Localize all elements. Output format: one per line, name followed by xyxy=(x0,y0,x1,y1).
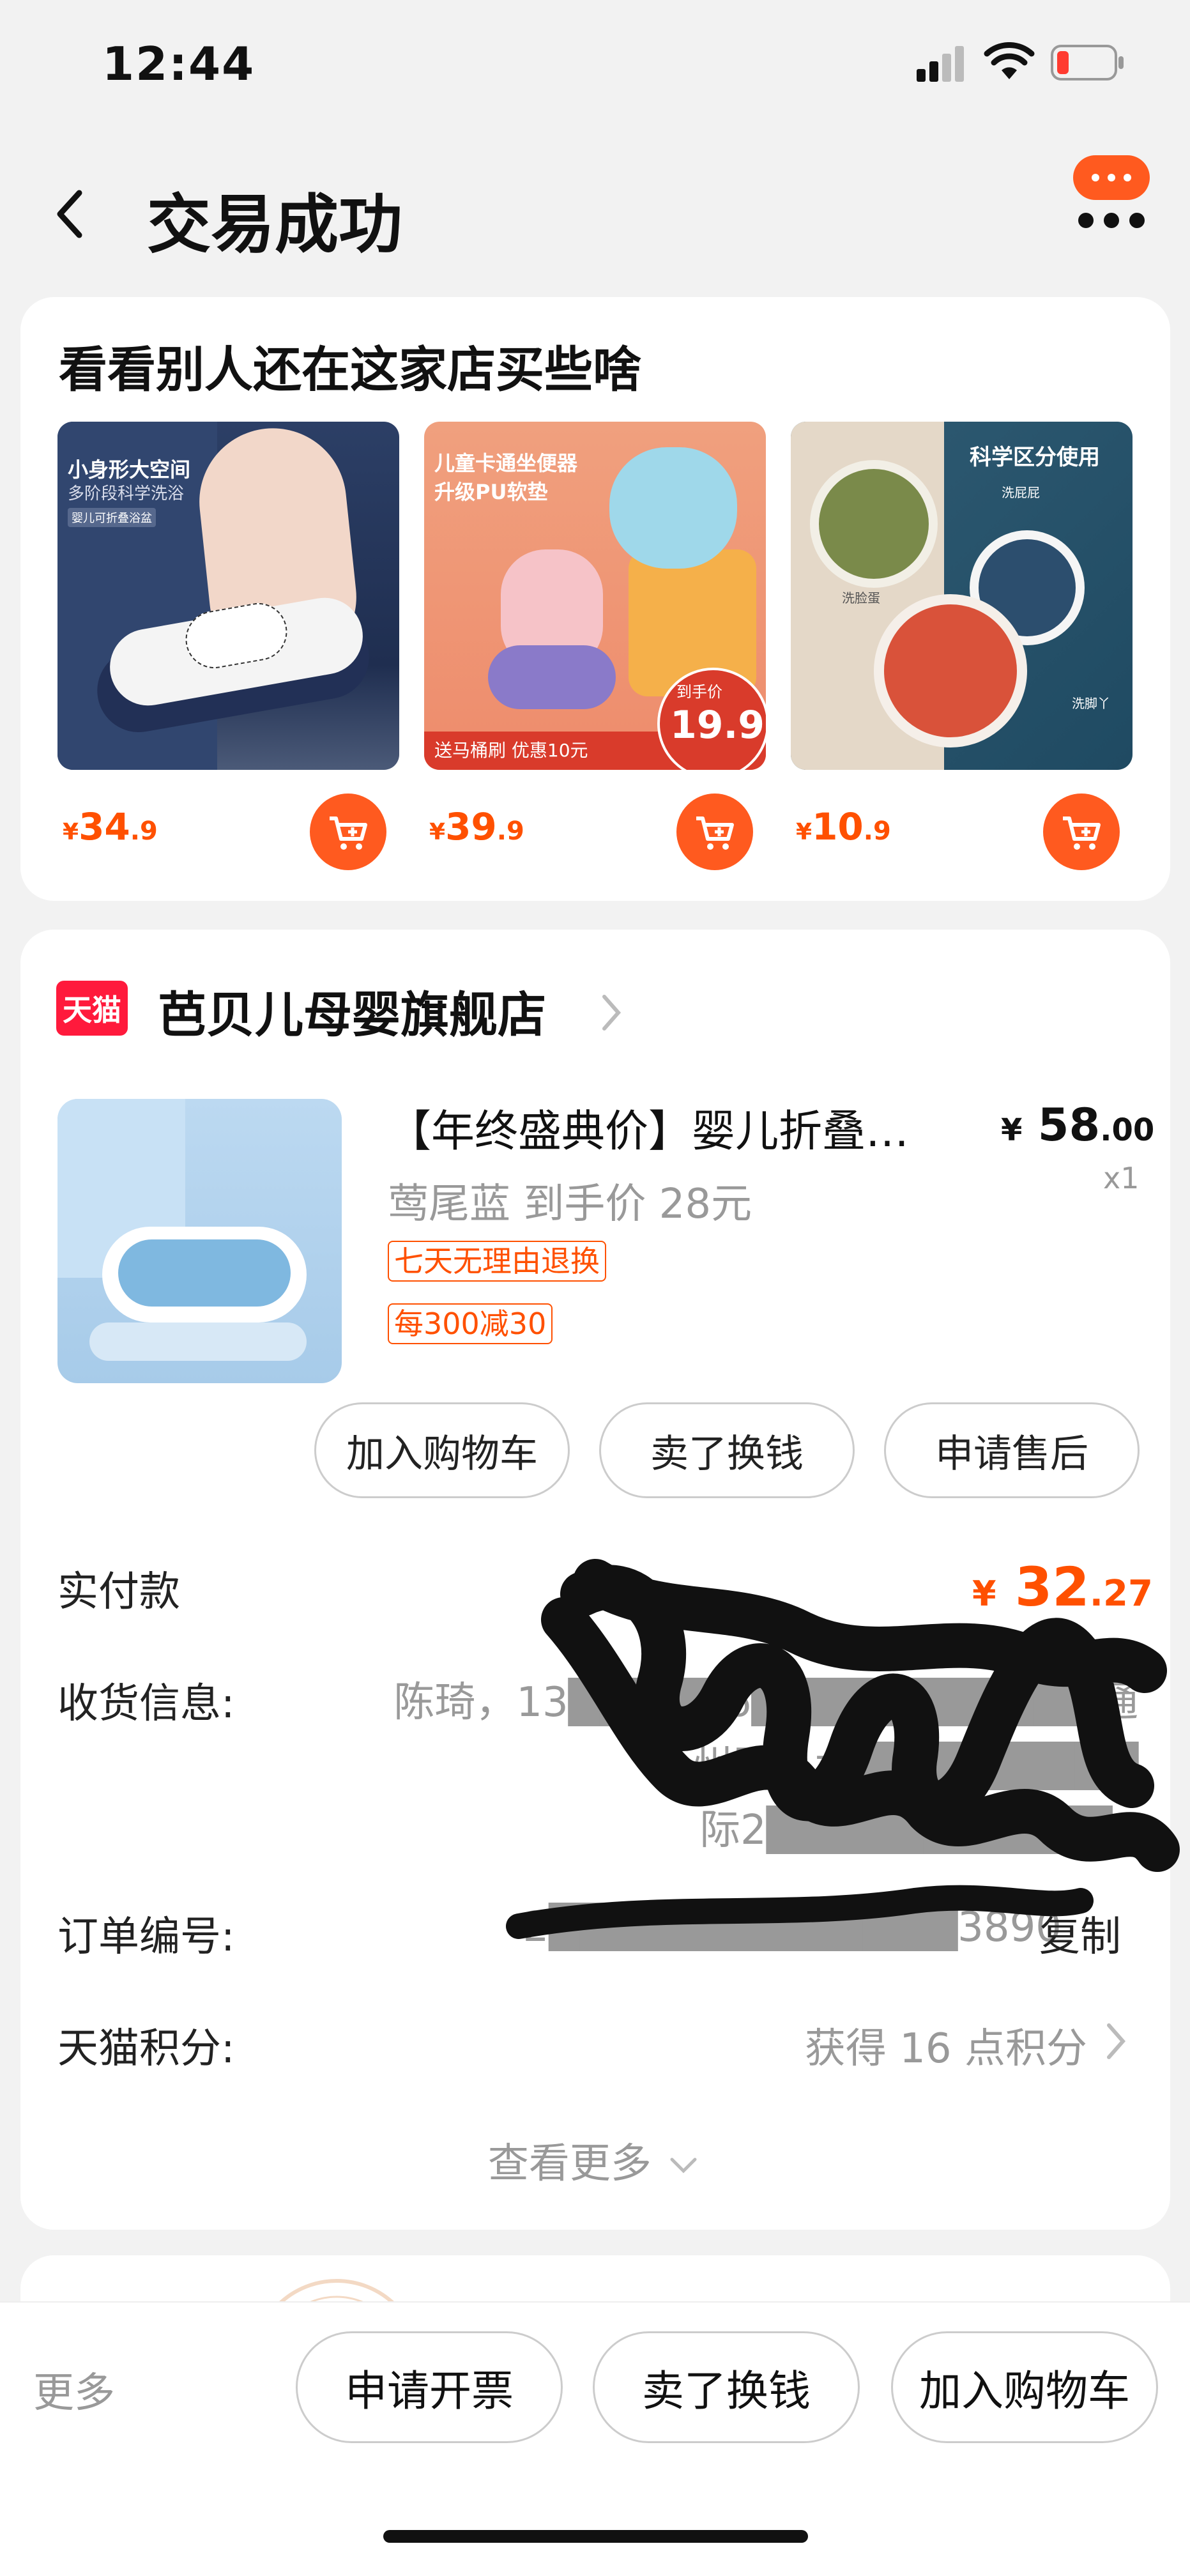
chevron-down-icon xyxy=(670,2158,697,2174)
sell-item-button[interactable]: 卖了换钱 xyxy=(593,2331,860,2443)
product-image[interactable] xyxy=(57,1099,342,1383)
page-title: 交易成功 xyxy=(147,187,402,262)
add-to-cart-button[interactable] xyxy=(310,793,386,870)
tmall-badge-icon: 天猫 xyxy=(56,981,128,1036)
after-sales-button[interactable]: 申请售后 xyxy=(884,1402,1140,1498)
home-indicator[interactable] xyxy=(383,2530,808,2543)
points-value[interactable]: 获得 16 点积分 xyxy=(755,2016,1087,2074)
recommended-product[interactable]: 小身形大空间 多阶段科学洗浴 婴儿可折叠浴盆 ¥34.9 xyxy=(57,422,399,870)
order-card: 天猫 芭贝儿母婴旗舰店 【年终盛典价】婴儿折叠… ¥ 58.00 x1 莺尾蓝 … xyxy=(20,930,1180,2230)
recommendation-card: 看看别人还在这家店买些啥 小身形大空间 多阶段科学洗浴 婴儿可折叠浴盆 ¥34.… xyxy=(20,297,1170,901)
add-to-cart-button[interactable]: 加入购物车 xyxy=(891,2331,1158,2443)
promo-label: 到手价 xyxy=(676,683,722,701)
shop-name[interactable]: 芭贝儿母婴旗舰店 xyxy=(158,976,546,1046)
points-label: 天猫积分: xyxy=(57,2025,235,2073)
add-to-cart-button[interactable] xyxy=(676,793,753,870)
order-number-label: 订单编号: xyxy=(57,1913,235,1961)
basin-label: 洗脚丫 xyxy=(1072,696,1110,711)
chevron-right-icon[interactable] xyxy=(595,990,627,1035)
add-to-cart-button[interactable]: 加入购物车 xyxy=(314,1402,570,1498)
chevron-right-icon[interactable] xyxy=(1100,2019,1132,2064)
basin-label: 洗屁屁 xyxy=(1002,485,1040,500)
product-image-headline: 儿童卡通坐便器 xyxy=(434,451,578,475)
more-options-icon[interactable] xyxy=(1067,150,1156,233)
product-image-tag: 婴儿可折叠浴盆 xyxy=(68,508,156,527)
basin-label: 洗脸蛋 xyxy=(842,590,880,606)
product-price: ¥10.9 xyxy=(796,805,891,848)
product-spec: 莺尾蓝 到手价 28元 xyxy=(388,1181,752,1228)
product-price: ¥ 58.00 xyxy=(1001,1099,1155,1151)
recommendation-title: 看看别人还在这家店买些啥 xyxy=(59,341,641,398)
product-price: ¥34.9 xyxy=(63,805,158,848)
product-image-potty[interactable]: 儿童卡通坐便器 升级PU软垫 送马桶刷 优惠10元 到手价 19.9 xyxy=(424,422,766,770)
wifi-icon xyxy=(984,42,1035,79)
product-image-subtitle: 多阶段科学洗浴 xyxy=(68,484,185,503)
cart-plus-icon xyxy=(696,816,734,850)
product-image-headline: 小身形大空间 xyxy=(68,457,191,482)
return-policy-tag: 七天无理由退换 xyxy=(388,1241,606,1282)
product-quantity: x1 xyxy=(1103,1161,1140,1195)
status-bar: 12:44 xyxy=(0,0,1190,128)
paid-amount-label: 实付款 xyxy=(57,1568,180,1616)
product-image-headline: 科学区分使用 xyxy=(970,445,1100,470)
sell-item-button[interactable]: 卖了换钱 xyxy=(599,1402,855,1498)
signal-icon xyxy=(917,46,964,82)
product-image-subtitle: 升级PU软垫 xyxy=(434,480,548,504)
back-arrow-icon[interactable] xyxy=(51,185,89,243)
see-more-button[interactable]: 查看更多 xyxy=(20,2131,1170,2189)
see-more-label: 查看更多 xyxy=(487,2140,652,2188)
product-image-bathtub[interactable]: 小身形大空间 多阶段科学洗浴 婴儿可折叠浴盆 xyxy=(57,422,399,770)
more-link[interactable]: 更多 xyxy=(33,2360,115,2419)
request-invoice-button[interactable]: 申请开票 xyxy=(296,2331,563,2443)
battery-icon xyxy=(1051,45,1124,80)
cart-plus-icon xyxy=(330,816,367,850)
add-to-cart-button[interactable] xyxy=(1043,793,1120,870)
discount-tag: 每300减30 xyxy=(388,1303,553,1344)
status-time: 12:44 xyxy=(102,37,256,91)
recommended-product[interactable]: 科学区分使用 洗屁屁 洗脸蛋 洗脚丫 ¥10.9 xyxy=(791,422,1133,870)
cart-plus-icon xyxy=(1063,816,1101,850)
product-title[interactable]: 【年终盛典价】婴儿折叠… xyxy=(388,1096,950,1159)
product-image-basins[interactable]: 科学区分使用 洗屁屁 洗脸蛋 洗脚丫 xyxy=(791,422,1133,770)
address-label: 收货信息: xyxy=(57,1680,235,1728)
product-price: ¥39.9 xyxy=(429,805,524,848)
redaction-scribble xyxy=(506,1559,1180,1939)
recommended-product[interactable]: 儿童卡通坐便器 升级PU软垫 送马桶刷 优惠10元 到手价 19.9 ¥39.9 xyxy=(424,422,766,870)
nav-bar: 交易成功 xyxy=(0,141,1190,281)
promo-price: 19.9 xyxy=(670,703,765,747)
